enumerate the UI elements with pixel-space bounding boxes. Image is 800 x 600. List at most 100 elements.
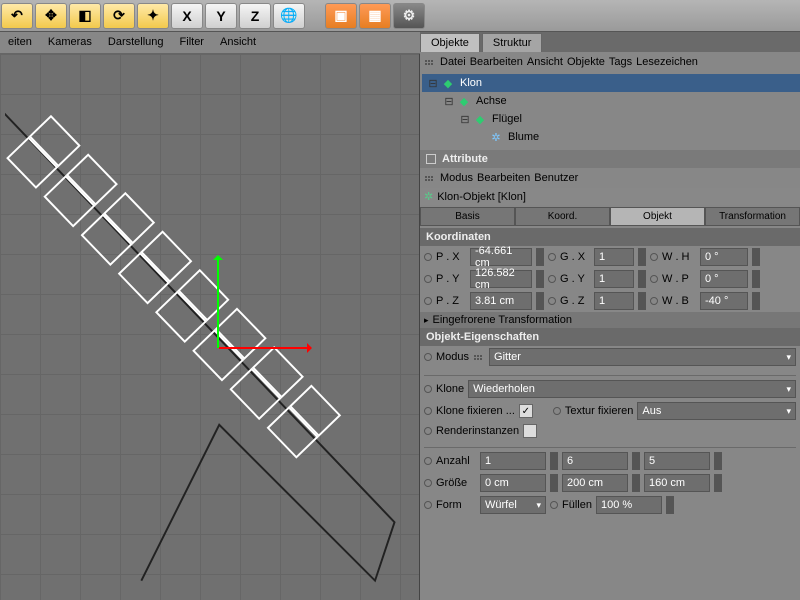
cloner-icon: ✲: [424, 190, 433, 203]
tool-render2[interactable]: ▦: [359, 3, 391, 29]
stepper[interactable]: [632, 452, 640, 470]
stepper[interactable]: [550, 474, 558, 492]
form-dropdown[interactable]: Würfel: [480, 496, 546, 514]
section-koordinaten: Koordinaten: [420, 228, 800, 246]
drag-handle-icon[interactable]: [473, 354, 485, 361]
fuellen-label: Füllen: [562, 499, 592, 511]
coord-field[interactable]: 0 °: [700, 248, 748, 266]
drag-handle-icon[interactable]: [424, 175, 436, 182]
menu-ansicht[interactable]: Ansicht: [527, 56, 563, 68]
tab-struktur[interactable]: Struktur: [482, 33, 543, 52]
modus-label: Modus: [436, 351, 469, 363]
groesse-y-field[interactable]: 200 cm: [562, 474, 628, 492]
tool-axis-x[interactable]: X: [171, 3, 203, 29]
stepper[interactable]: [666, 496, 674, 514]
tool-axis-y[interactable]: Y: [205, 3, 237, 29]
tree-item-achse[interactable]: ⊟◆Achse: [422, 92, 800, 110]
attributes-panel: Objekte Struktur Datei Bearbeiten Ansich…: [420, 32, 800, 600]
view-menu-kameras[interactable]: Kameras: [40, 32, 100, 53]
tool-lasso[interactable]: ✦: [137, 3, 169, 29]
stepper[interactable]: [714, 474, 722, 492]
menu-datei[interactable]: Datei: [440, 56, 466, 68]
groesse-label: Größe: [436, 477, 476, 489]
drag-handle-icon[interactable]: [424, 59, 436, 66]
view-menu-eiten[interactable]: eiten: [0, 32, 40, 53]
tool-scale[interactable]: ◧: [69, 3, 101, 29]
coord-field[interactable]: 1: [594, 292, 634, 310]
attribute-menu: Modus Bearbeiten Benutzer: [420, 168, 800, 188]
coord-field[interactable]: 3.81 cm: [470, 292, 532, 310]
tool-undo[interactable]: ↶: [1, 3, 33, 29]
frozen-transform[interactable]: Eingefrorene Transformation: [433, 314, 572, 326]
tab-transformation[interactable]: Transformation: [705, 207, 800, 226]
object-tabs: Objekte Struktur: [420, 32, 800, 52]
attrmenu-benutzer[interactable]: Benutzer: [534, 172, 578, 184]
tree-item-flügel[interactable]: ⊟◆Flügel: [422, 110, 800, 128]
stepper[interactable]: [638, 270, 646, 288]
attrmenu-bearbeiten[interactable]: Bearbeiten: [477, 172, 530, 184]
klone-dropdown[interactable]: Wiederholen: [468, 380, 796, 398]
axis-x-icon[interactable]: [219, 347, 309, 349]
klone-label: Klone: [436, 383, 464, 395]
tool-settings[interactable]: ⚙: [393, 3, 425, 29]
object-tree: ⊟◆Klon⊟◆Achse⊟◆Flügel✲Blume: [420, 72, 800, 150]
anzahl-x-field[interactable]: 1: [480, 452, 546, 470]
viewport-menu: eiten Kameras Darstellung Filter Ansicht: [0, 32, 420, 54]
axis-y-icon[interactable]: [217, 258, 219, 348]
stepper[interactable]: [752, 248, 760, 266]
coord-field[interactable]: -64.661 cm: [470, 248, 532, 266]
modus-dropdown[interactable]: Gitter: [489, 348, 796, 366]
objects-menu: Datei Bearbeiten Ansicht Objekte Tags Le…: [420, 52, 800, 72]
menu-bearbeiten[interactable]: Bearbeiten: [470, 56, 523, 68]
attrmenu-modus[interactable]: Modus: [440, 172, 473, 184]
view-menu-darstellung[interactable]: Darstellung: [100, 32, 172, 53]
anzahl-label: Anzahl: [436, 455, 476, 467]
stepper[interactable]: [638, 248, 646, 266]
coord-field[interactable]: 1: [594, 248, 634, 266]
view-menu-filter[interactable]: Filter: [172, 32, 212, 53]
menu-objekte[interactable]: Objekte: [567, 56, 605, 68]
stepper[interactable]: [752, 292, 760, 310]
texfix-dropdown[interactable]: Aus: [637, 402, 796, 420]
anzahl-y-field[interactable]: 6: [562, 452, 628, 470]
groesse-z-field[interactable]: 160 cm: [644, 474, 710, 492]
coord-field[interactable]: 126.582 cm: [470, 270, 532, 288]
klone-fix-label: Klone fixieren ...: [436, 405, 515, 417]
stepper[interactable]: [632, 474, 640, 492]
coord-field[interactable]: 1: [594, 270, 634, 288]
attribute-header: Attribute: [442, 153, 488, 165]
fuellen-field[interactable]: 100 %: [596, 496, 662, 514]
groesse-x-field[interactable]: 0 cm: [480, 474, 546, 492]
tab-objekte[interactable]: Objekte: [420, 33, 480, 52]
viewport-grid: [0, 54, 419, 600]
tool-globe[interactable]: 🌐: [273, 3, 305, 29]
stepper[interactable]: [638, 292, 646, 310]
anzahl-z-field[interactable]: 5: [644, 452, 710, 470]
main-toolbar: ↶ ✥ ◧ ⟳ ✦ X Y Z 🌐 ▣ ▦ ⚙: [0, 0, 800, 32]
tool-move[interactable]: ✥: [35, 3, 67, 29]
renderinst-label: Renderinstanzen: [436, 425, 519, 437]
tab-basis[interactable]: Basis: [420, 207, 515, 226]
coord-field[interactable]: 0 °: [700, 270, 748, 288]
stepper[interactable]: [714, 452, 722, 470]
stepper[interactable]: [536, 248, 544, 266]
tool-axis-z[interactable]: Z: [239, 3, 271, 29]
tool-render[interactable]: ▣: [325, 3, 357, 29]
stepper[interactable]: [536, 292, 544, 310]
coord-field[interactable]: -40 °: [700, 292, 748, 310]
renderinst-checkbox[interactable]: [523, 424, 537, 438]
tab-koord[interactable]: Koord.: [515, 207, 610, 226]
texfix-label: Textur fixieren: [565, 405, 633, 417]
stepper[interactable]: [752, 270, 760, 288]
tree-item-blume[interactable]: ✲Blume: [422, 128, 800, 146]
stepper[interactable]: [536, 270, 544, 288]
viewport[interactable]: [0, 54, 420, 600]
tab-objekt[interactable]: Objekt: [610, 207, 705, 226]
klone-fix-checkbox[interactable]: ✓: [519, 404, 533, 418]
tree-item-klon[interactable]: ⊟◆Klon: [422, 74, 800, 92]
stepper[interactable]: [550, 452, 558, 470]
view-menu-ansicht[interactable]: Ansicht: [212, 32, 264, 53]
tool-rotate[interactable]: ⟳: [103, 3, 135, 29]
menu-lesezeichen[interactable]: Lesezeichen: [636, 56, 698, 68]
menu-tags[interactable]: Tags: [609, 56, 632, 68]
